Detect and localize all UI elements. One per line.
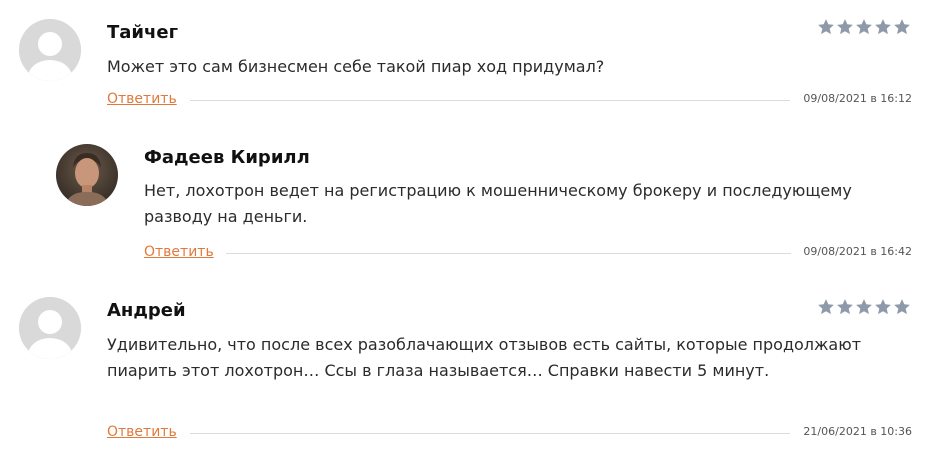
star-rating — [817, 18, 911, 36]
reply-link[interactable]: Ответить — [107, 424, 177, 440]
comment-text: Удивительно, что после всех разоблачающи… — [107, 335, 862, 380]
divider — [190, 433, 790, 434]
star-icon[interactable] — [874, 298, 892, 316]
user-silhouette-icon — [19, 297, 81, 359]
comment-author: Фадеев Кирилл — [144, 147, 310, 168]
comment-date: 09/08/2021 в 16:42 — [803, 245, 912, 258]
comment-date: 21/06/2021 в 10:36 — [803, 425, 912, 438]
avatar — [56, 144, 118, 206]
reply-link[interactable]: Ответить — [144, 244, 214, 260]
comment-author: Тайчег — [107, 22, 179, 43]
divider — [190, 100, 790, 101]
divider — [226, 253, 791, 254]
comment-text: Нет, лохотрон ведет на регистрацию к мош… — [144, 181, 852, 226]
reply-link[interactable]: Ответить — [107, 91, 177, 107]
star-icon[interactable] — [855, 18, 873, 36]
star-icon[interactable] — [893, 18, 911, 36]
comment-footer: Ответить 09/08/2021 в 16:42 — [144, 244, 912, 260]
star-icon[interactable] — [817, 298, 835, 316]
star-icon[interactable] — [836, 18, 854, 36]
comment-footer: Ответить 21/06/2021 в 10:36 — [107, 424, 912, 440]
comment: Андрей Удивительно, что после всех разоб… — [0, 278, 927, 460]
comment-reply: Фадеев Кирилл Нет, лохотрон ведет на рег… — [0, 130, 927, 265]
comment-author: Андрей — [107, 300, 186, 321]
star-icon[interactable] — [874, 18, 892, 36]
star-icon[interactable] — [817, 18, 835, 36]
star-rating — [817, 298, 911, 316]
user-photo-icon — [56, 144, 118, 206]
avatar — [19, 19, 81, 81]
user-silhouette-icon — [19, 19, 81, 81]
star-icon[interactable] — [836, 298, 854, 316]
avatar — [19, 297, 81, 359]
comment-footer: Ответить 09/08/2021 в 16:12 — [107, 91, 912, 107]
star-icon[interactable] — [893, 298, 911, 316]
comment-date: 09/08/2021 в 16:12 — [803, 92, 912, 105]
star-icon[interactable] — [855, 298, 873, 316]
comment-text: Может это сам бизнесмен себе такой пиар … — [107, 57, 605, 76]
comment: Тайчег Может это сам бизнесмен себе тако… — [0, 0, 927, 120]
